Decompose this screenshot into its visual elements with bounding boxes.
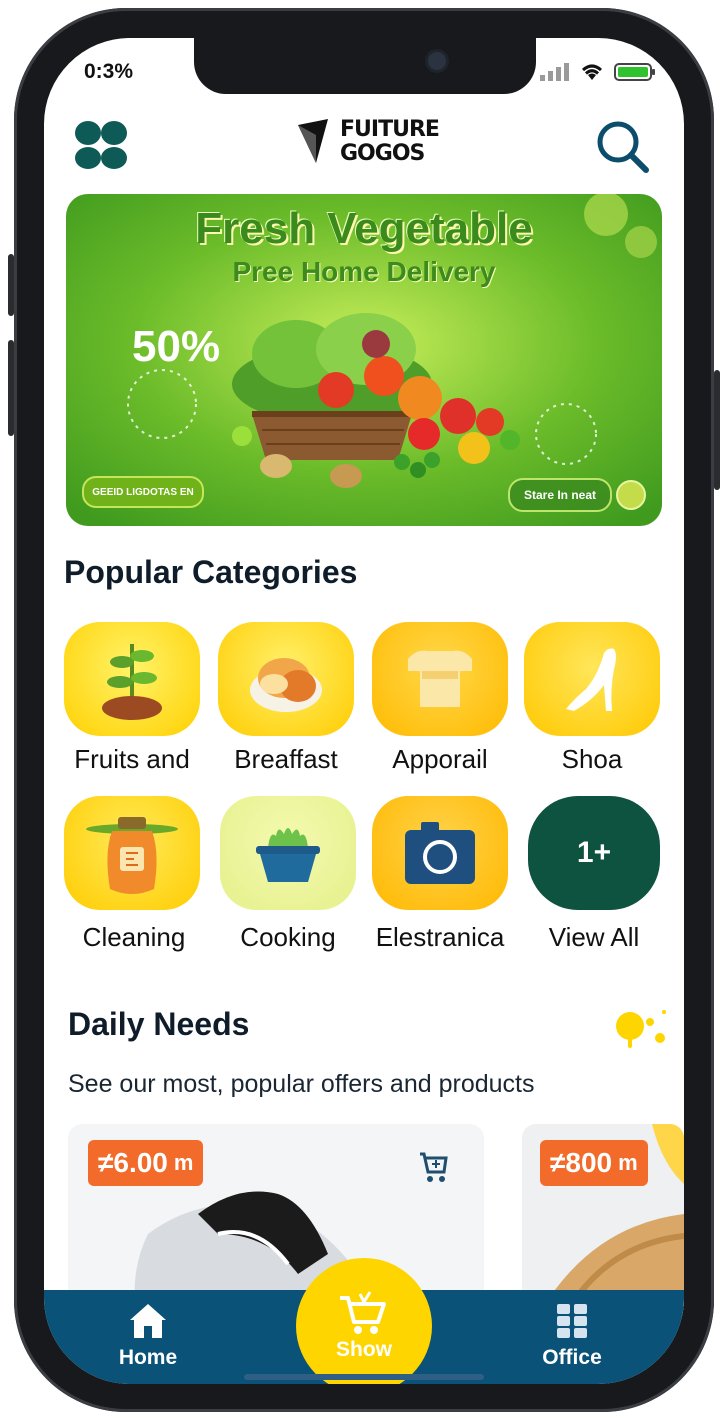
camera-icon bbox=[405, 822, 475, 884]
brand-line-2: GOGOS bbox=[340, 141, 425, 166]
category-label-breakfast: Breaffast bbox=[234, 744, 338, 774]
status-time: 0:3% bbox=[84, 60, 134, 83]
nav-home-label: Home bbox=[118, 1346, 178, 1369]
shopping-cart-icon bbox=[340, 1291, 386, 1334]
status-icons bbox=[540, 62, 656, 82]
category-label-electronics: Elestranica bbox=[375, 922, 505, 952]
power-button bbox=[714, 370, 720, 490]
price-tag: ≠6.00 m bbox=[88, 1140, 204, 1186]
nav-show-label: Show bbox=[336, 1338, 392, 1361]
price-value: ≠6.00 bbox=[98, 1147, 168, 1178]
nav-show-button[interactable]: Show bbox=[296, 1258, 432, 1384]
promo-banner[interactable]: Fresh Vegetable Pree Home Delivery 50% G… bbox=[66, 194, 662, 526]
banner-title: Fresh Vegetable bbox=[195, 204, 533, 253]
daily-needs-subtitle: See our most, popular offers and product… bbox=[68, 1070, 535, 1098]
nav-office-label: Office bbox=[542, 1346, 602, 1369]
category-label-apparel: Apporail bbox=[392, 744, 488, 774]
category-tile-electronics[interactable] bbox=[372, 796, 508, 910]
battery-icon bbox=[614, 63, 655, 81]
front-camera bbox=[428, 52, 446, 70]
price-unit: m bbox=[173, 1150, 194, 1175]
shirt-icon bbox=[408, 650, 472, 707]
brand-logo: FUITURE GOGOS bbox=[296, 117, 440, 166]
nav-office[interactable]: Office bbox=[512, 1302, 632, 1370]
app-screen: 0:3% FUITURE GOGOS Fresh Vegetable Pree … bbox=[44, 38, 684, 1384]
price-tag: ≠800 m bbox=[540, 1140, 648, 1186]
cleaning-bottle-icon bbox=[86, 817, 178, 894]
price-unit: m bbox=[618, 1150, 638, 1175]
categories-title: Popular Categories bbox=[64, 554, 358, 590]
heel-shoe-icon bbox=[566, 648, 616, 711]
home-indicator bbox=[244, 1374, 484, 1380]
category-tile-cooking[interactable] bbox=[220, 796, 356, 910]
category-label-fruits: Fruits and bbox=[74, 744, 190, 774]
brand-arrow-icon bbox=[298, 119, 328, 163]
brand-line-1: FUITURE bbox=[340, 117, 440, 142]
category-label-cleaning: Cleaning bbox=[82, 922, 186, 952]
home-icon bbox=[130, 1304, 166, 1338]
banner-pill-button[interactable]: GEEID LIGDOTAS EN bbox=[82, 476, 204, 508]
category-label-cooking: Cooking bbox=[240, 922, 336, 952]
category-tile-fruits[interactable] bbox=[64, 622, 200, 736]
search-icon[interactable] bbox=[594, 118, 650, 174]
view-all-button[interactable]: 1+ bbox=[528, 796, 660, 910]
price-value: ≠800 bbox=[550, 1147, 613, 1178]
category-tile-breakfast[interactable] bbox=[218, 622, 354, 736]
app-header: FUITURE GOGOS bbox=[44, 108, 684, 180]
category-label-view-all: View All bbox=[548, 922, 640, 952]
decorative-splash-icon bbox=[616, 1010, 666, 1048]
nav-home[interactable]: Home bbox=[88, 1302, 208, 1370]
banner-discount: 50% bbox=[132, 322, 221, 371]
menu-logo-icon[interactable] bbox=[74, 120, 130, 170]
category-tile-shoes[interactable] bbox=[524, 622, 660, 736]
add-to-cart-icon[interactable] bbox=[416, 1150, 450, 1184]
notch bbox=[194, 38, 536, 94]
grid-icon bbox=[557, 1304, 587, 1338]
view-all-count: 1+ bbox=[576, 836, 612, 869]
bread-icon bbox=[250, 658, 322, 712]
cellular-signal-icon bbox=[540, 63, 569, 81]
wifi-icon bbox=[582, 64, 602, 80]
category-label-shoes: Shoa bbox=[561, 744, 623, 774]
banner-badge-icon bbox=[616, 480, 646, 510]
category-tile-cleaning[interactable] bbox=[64, 796, 200, 910]
plant-icon bbox=[102, 644, 162, 720]
banner-subtitle: Pree Home Delivery bbox=[232, 256, 496, 287]
daily-needs-title: Daily Needs bbox=[68, 1006, 250, 1042]
pot-icon bbox=[256, 828, 320, 882]
banner-store-button[interactable]: Stare In neat bbox=[508, 478, 612, 512]
category-tile-apparel[interactable] bbox=[372, 622, 508, 736]
